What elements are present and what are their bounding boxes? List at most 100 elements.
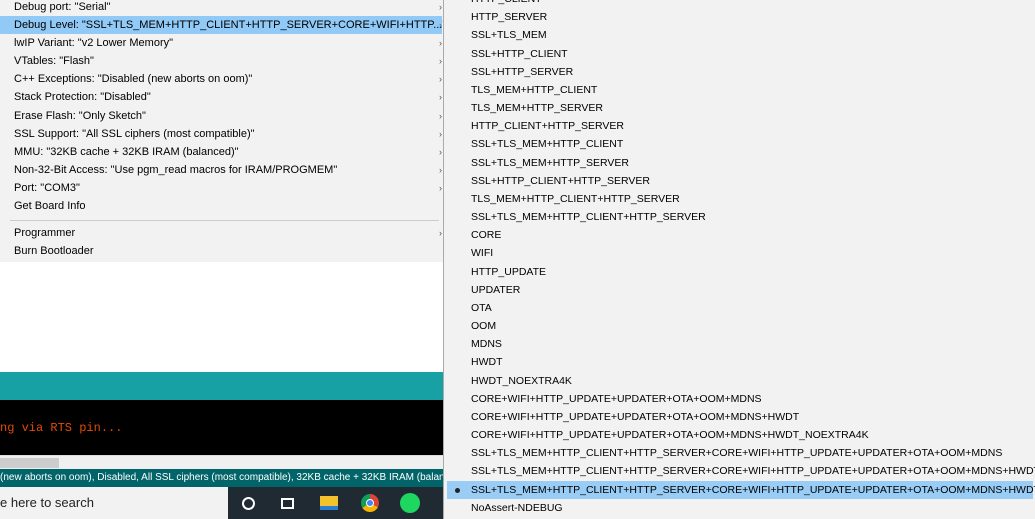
submenu-item-label: SSL+TLS_MEM+HTTP_CLIENT <box>471 138 624 151</box>
submenu-item[interactable]: CORE <box>447 226 1033 244</box>
submenu-item-label: CORE+WIFI+HTTP_UPDATE+UPDATER+OTA+OOM+MD… <box>471 392 762 405</box>
submenu-item[interactable]: SSL+TLS_MEM+HTTP_CLIENT+HTTP_SERVER+CORE… <box>447 462 1035 480</box>
file-explorer-icon[interactable] <box>317 491 341 515</box>
submenu-item-label: HTTP_UPDATE <box>471 265 547 278</box>
submenu-item-label: NoAssert-NDEBUG <box>471 501 563 514</box>
horizontal-scrollbar[interactable] <box>0 455 443 469</box>
chrome-icon[interactable] <box>358 491 382 515</box>
chevron-right-icon: › <box>439 20 442 30</box>
taskbar-search[interactable]: e here to search <box>0 487 228 519</box>
menu-item[interactable]: Burn Bootloader <box>0 242 442 260</box>
submenu-item-label: MDNS <box>471 338 502 351</box>
submenu-item-label: CORE <box>471 229 502 242</box>
chevron-right-icon: › <box>439 92 442 102</box>
submenu-item-label: WIFI <box>471 247 494 260</box>
menu-item[interactable]: Debug Level: "SSL+TLS_MEM+HTTP_CLIENT+HT… <box>0 16 446 34</box>
submenu-item-label: HTTP_CLIENT+HTTP_SERVER <box>471 120 624 133</box>
submenu-item[interactable]: SSL+HTTP_SERVER <box>447 63 1033 81</box>
submenu-item[interactable]: NoAssert-NDEBUG <box>447 499 1033 517</box>
submenu-item-label: HTTP_SERVER <box>471 11 548 24</box>
submenu-item[interactable]: HTTP_CLIENT+HTTP_SERVER <box>447 117 1033 135</box>
code-editor[interactable] <box>0 262 443 372</box>
chevron-right-icon: › <box>439 165 442 175</box>
chevron-right-icon: › <box>439 228 442 238</box>
menu-item[interactable]: Debug port: "Serial" › <box>0 0 442 16</box>
taskbar: e here to search <box>0 487 443 519</box>
menu-item[interactable]: C++ Exceptions: "Disabled (new aborts on… <box>0 70 442 88</box>
task-view-icon[interactable] <box>275 491 299 515</box>
debug-level-submenu: HTTP_CLIENT HTTP_SERVER SSL+TLS_MEM SSL+HTT… <box>443 0 1035 519</box>
menu-item[interactable]: VTables: "Flash" › <box>0 52 442 70</box>
menu-item[interactable]: Erase Flash: "Only Sketch" › <box>0 107 442 125</box>
submenu-item[interactable]: CORE+WIFI+HTTP_UPDATE+UPDATER+OTA+OOM+MD… <box>447 390 1033 408</box>
menu-item-label: Programmer <box>14 227 76 239</box>
status-bar: (new aborts on oom), Disabled, All SSL c… <box>0 469 443 487</box>
submenu-item-label: TLS_MEM+HTTP_CLIENT+HTTP_SERVER <box>471 192 680 205</box>
submenu-item[interactable]: TLS_MEM+HTTP_CLIENT+HTTP_SERVER <box>447 190 1033 208</box>
submenu-item-label: TLS_MEM+HTTP_SERVER <box>471 102 603 115</box>
chevron-right-icon: › <box>439 56 442 66</box>
submenu-item[interactable]: HWDT <box>447 353 1033 371</box>
menu-item[interactable]: Stack Protection: "Disabled" › <box>0 88 442 106</box>
submenu-item[interactable]: SSL+TLS_MEM+HTTP_CLIENT+HTTP_SERVER+CORE… <box>447 480 1035 499</box>
console-output: ng via RTS pin... <box>0 400 443 455</box>
submenu-item[interactable]: UPDATER <box>447 281 1033 299</box>
submenu-item-label: CORE+WIFI+HTTP_UPDATE+UPDATER+OTA+OOM+MD… <box>471 410 800 423</box>
chevron-right-icon: › <box>439 183 442 193</box>
menu-item[interactable]: SSL Support: "All SSL ciphers (most comp… <box>0 125 442 143</box>
submenu-item-label: OOM <box>471 320 497 333</box>
menu-item[interactable]: MMU: "32KB cache + 32KB IRAM (balanced)"… <box>0 143 442 161</box>
submenu-item[interactable]: HTTP_UPDATE <box>447 263 1033 281</box>
submenu-item[interactable]: SSL+TLS_MEM <box>447 26 1033 44</box>
menu-item-label: Port: "COM3" <box>14 182 80 194</box>
submenu-item[interactable]: HTTP_SERVER <box>447 8 1033 26</box>
radio-bullet-icon <box>455 487 460 493</box>
menu-item-label: lwIP Variant: "v2 Lower Memory" <box>14 37 174 49</box>
menu-item-label: Stack Protection: "Disabled" <box>14 91 151 103</box>
submenu-item[interactable]: CORE+WIFI+HTTP_UPDATE+UPDATER+OTA+OOM+MD… <box>447 408 1033 426</box>
submenu-item-label: SSL+TLS_MEM+HTTP_SERVER <box>471 156 629 169</box>
chevron-right-icon: › <box>439 74 442 84</box>
submenu-item[interactable]: SSL+HTTP_CLIENT <box>447 45 1033 63</box>
submenu-item-label: SSL+TLS_MEM <box>471 29 547 42</box>
menu-item[interactable]: lwIP Variant: "v2 Lower Memory" › <box>0 34 442 52</box>
menu-item-label: Burn Bootloader <box>14 245 94 257</box>
submenu-item-label: SSL+TLS_MEM+HTTP_CLIENT+HTTP_SERVER <box>471 211 706 224</box>
submenu-item-label: CORE+WIFI+HTTP_UPDATE+UPDATER+OTA+OOM+MD… <box>471 429 869 442</box>
submenu-item-label: SSL+HTTP_CLIENT+HTTP_SERVER <box>471 174 650 187</box>
submenu-item[interactable]: SSL+TLS_MEM+HTTP_CLIENT+HTTP_SERVER <box>447 208 1033 226</box>
submenu-item[interactable]: WIFI <box>447 244 1033 262</box>
menu-item-label: Erase Flash: "Only Sketch" <box>14 110 146 122</box>
submenu-item-label: SSL+TLS_MEM+HTTP_CLIENT+HTTP_SERVER+CORE… <box>471 447 1003 460</box>
menu-item-label: Non-32-Bit Access: "Use pgm_read macros … <box>14 164 338 176</box>
chevron-right-icon: › <box>439 2 442 12</box>
spotify-icon[interactable] <box>398 491 422 515</box>
submenu-item[interactable]: OTA <box>447 299 1033 317</box>
submenu-item[interactable]: CORE+WIFI+HTTP_UPDATE+UPDATER+OTA+OOM+MD… <box>447 426 1033 444</box>
chevron-right-icon: › <box>439 147 442 157</box>
submenu-item[interactable]: SSL+TLS_MEM+HTTP_SERVER <box>447 154 1033 172</box>
menu-item[interactable]: Get Board Info <box>0 197 442 215</box>
submenu-item[interactable]: OOM <box>447 317 1033 335</box>
menu-item-label: Get Board Info <box>14 200 86 212</box>
scrollbar-thumb[interactable] <box>0 458 59 468</box>
tools-menu: Debug port: "Serial" › Debug Level: "SSL+T… <box>0 0 446 262</box>
submenu-item-label: HWDT_NOEXTRA4K <box>471 374 572 387</box>
submenu-item[interactable]: SSL+HTTP_CLIENT+HTTP_SERVER <box>447 172 1033 190</box>
menu-item[interactable]: Programmer › <box>0 224 442 242</box>
submenu-item[interactable]: HWDT_NOEXTRA4K <box>447 372 1033 390</box>
submenu-item-label: SSL+TLS_MEM+HTTP_CLIENT+HTTP_SERVER+CORE… <box>471 483 1035 496</box>
submenu-item[interactable]: MDNS <box>447 335 1033 353</box>
submenu-item[interactable]: TLS_MEM+HTTP_CLIENT <box>447 81 1033 99</box>
submenu-item-label: UPDATER <box>471 283 521 296</box>
submenu-item[interactable]: SSL+TLS_MEM+HTTP_CLIENT+HTTP_SERVER+CORE… <box>447 444 1033 462</box>
cortana-icon[interactable] <box>236 491 260 515</box>
submenu-item[interactable]: SSL+TLS_MEM+HTTP_CLIENT <box>447 135 1033 153</box>
menu-item[interactable]: Port: "COM3" › <box>0 179 442 197</box>
menu-item[interactable]: Non-32-Bit Access: "Use pgm_read macros … <box>0 161 442 179</box>
menu-item-label: SSL Support: "All SSL ciphers (most comp… <box>14 128 255 140</box>
submenu-item-label: HWDT <box>471 356 503 369</box>
submenu-item[interactable]: TLS_MEM+HTTP_SERVER <box>447 99 1033 117</box>
submenu-item[interactable]: HTTP_CLIENT <box>447 0 1033 8</box>
menu-item-label: Debug port: "Serial" <box>14 1 111 13</box>
